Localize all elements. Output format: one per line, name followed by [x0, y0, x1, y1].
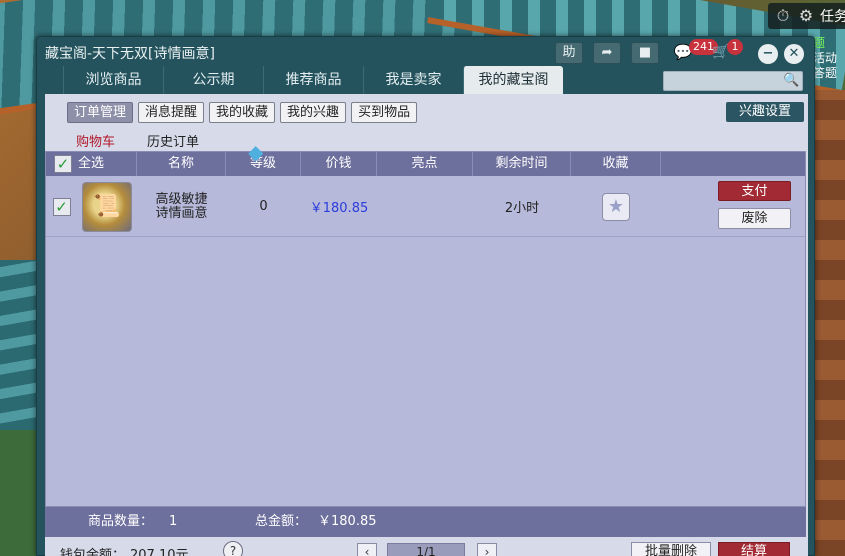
- next-page-button[interactable]: ›: [477, 543, 497, 556]
- stop-icon: ■: [638, 45, 652, 60]
- share-icon: ➦: [601, 45, 613, 60]
- stop-button[interactable]: ■: [631, 42, 659, 64]
- side-note[interactable]: 活动: [813, 51, 837, 66]
- favorite-star-icon[interactable]: ★: [602, 192, 630, 221]
- wallet-label: 钱包余额：: [60, 548, 126, 556]
- tab-public[interactable]: 公示期: [163, 66, 263, 94]
- column-header: 亮点: [377, 152, 473, 176]
- item-name-line: 诗情画意: [155, 205, 208, 221]
- bottom-bar: 钱包余额： 207.10元 ? ‹ 1/1 › 批量删除 结算: [45, 538, 808, 556]
- batch-delete-button[interactable]: 批量删除: [631, 542, 711, 556]
- close-icon: ✕: [788, 46, 800, 61]
- history-orders-link[interactable]: 历史订单: [147, 131, 199, 150]
- interest-settings-button[interactable]: 兴趣设置: [726, 102, 804, 122]
- title-bar[interactable]: 藏宝阁-天下无双[诗情画意] 助 ➦ ■ 💬 241 🛒 1 − ✕: [37, 37, 814, 67]
- help-question-icon[interactable]: ?: [223, 541, 243, 556]
- window-title: 藏宝阁-天下无双[诗情画意]: [45, 46, 215, 62]
- order-table: ✓ 全选 名称 等级 价钱 亮点 剩余时间 收藏 ◆ ✓ 📜 高级敏捷 诗情画意…: [45, 140, 806, 507]
- chevron-left-icon: ‹: [364, 545, 370, 556]
- item-name: 高级敏捷 诗情画意: [137, 191, 226, 221]
- subtab-interests[interactable]: 我的兴趣: [280, 102, 347, 123]
- cart-links: 购物车 历史订单: [76, 131, 199, 150]
- minimize-button[interactable]: −: [758, 44, 778, 64]
- tab-seller[interactable]: 我是卖家: [363, 66, 463, 94]
- side-notes: 题 活动 答题: [813, 36, 837, 81]
- column-header: 等级: [226, 152, 301, 176]
- column-header-actions: [661, 152, 805, 176]
- subtab-orders[interactable]: 订单管理: [67, 102, 134, 123]
- clock-icon[interactable]: ⏱: [774, 7, 792, 25]
- item-image-cell: 📜: [77, 181, 137, 232]
- top-right-hud: ⏱ ⚙ 任务: [768, 3, 845, 29]
- gem-cursor-icon: ◆: [248, 140, 264, 164]
- select-all-header[interactable]: ✓ 全选: [46, 152, 137, 176]
- row-checkbox[interactable]: ✓: [52, 197, 71, 216]
- search-icon[interactable]: 🔍: [783, 73, 799, 89]
- main-tabs: 浏览商品 公示期 推荐商品 我是卖家 我的藏宝阁: [63, 66, 563, 94]
- wallet-value: 207.10元: [130, 548, 189, 556]
- task-label[interactable]: 任务: [820, 6, 845, 26]
- page-indicator: 1/1: [387, 543, 465, 556]
- main-content: 订单管理 消息提醒 我的收藏 我的兴趣 买到物品 兴趣设置 购物车 历史订单 ✓…: [45, 94, 808, 556]
- favorite-cell: ★: [571, 192, 661, 221]
- summary-bar: 商品数量： 1 总金额： ￥180.85: [45, 507, 806, 537]
- column-header: 价钱: [301, 152, 377, 176]
- pay-button[interactable]: 支付: [718, 181, 791, 201]
- help-button[interactable]: 助: [555, 42, 583, 64]
- column-header: 名称: [137, 152, 226, 176]
- minimize-icon: −: [762, 46, 774, 61]
- table-header: ✓ 全选 名称 等级 价钱 亮点 剩余时间 收藏: [46, 152, 805, 176]
- prev-page-button[interactable]: ‹: [357, 543, 377, 556]
- subtab-notifications[interactable]: 消息提醒: [138, 102, 205, 123]
- share-button[interactable]: ➦: [593, 42, 621, 64]
- item-price: ￥180.85: [309, 201, 369, 216]
- item-time-left: 2小时: [504, 201, 540, 216]
- wall-decoration: [810, 90, 845, 556]
- gear-icon[interactable]: ⚙: [797, 7, 815, 25]
- chevron-right-icon: ›: [484, 545, 490, 556]
- side-note[interactable]: 答题: [813, 66, 837, 81]
- tab-recommended[interactable]: 推荐商品: [263, 66, 363, 94]
- cart-link[interactable]: 购物车: [76, 131, 115, 150]
- sub-tabs: 订单管理 消息提醒 我的收藏 我的兴趣 买到物品: [67, 102, 418, 123]
- remove-button[interactable]: 废除: [718, 208, 791, 229]
- scroll-item-icon[interactable]: 📜: [82, 181, 132, 232]
- column-header: 收藏: [571, 152, 661, 176]
- item-level: 0: [259, 199, 268, 214]
- treasure-pavilion-window: 藏宝阁-天下无双[诗情画意] 助 ➦ ■ 💬 241 🛒 1 − ✕ 浏览商品 …: [36, 36, 815, 556]
- cart-count-badge: 1: [727, 39, 743, 55]
- row-checkbox-cell: ✓: [46, 197, 77, 216]
- column-header: 全选: [78, 156, 105, 171]
- tab-my-pavilion[interactable]: 我的藏宝阁: [463, 66, 563, 94]
- column-header: 剩余时间: [473, 152, 571, 176]
- item-count-value: 1: [169, 514, 178, 529]
- item-count-label: 商品数量：: [88, 514, 154, 529]
- item-name-line: 高级敏捷: [155, 191, 208, 207]
- total-amount-label: 总金额：: [255, 514, 308, 529]
- subtab-favorites[interactable]: 我的收藏: [209, 102, 276, 123]
- settle-button[interactable]: 结算: [718, 542, 790, 556]
- tab-browse[interactable]: 浏览商品: [63, 66, 163, 94]
- side-note[interactable]: 题: [813, 36, 837, 51]
- table-row: ✓ 📜 高级敏捷 诗情画意 0 ￥180.85 2小时 ★ 支付 废除: [46, 177, 805, 237]
- total-amount-value: ￥180.85: [318, 514, 377, 529]
- select-all-checkbox[interactable]: ✓: [54, 155, 72, 173]
- close-button[interactable]: ✕: [784, 44, 804, 64]
- subtab-purchased[interactable]: 买到物品: [351, 102, 418, 123]
- search-input[interactable]: 🔍: [663, 71, 803, 91]
